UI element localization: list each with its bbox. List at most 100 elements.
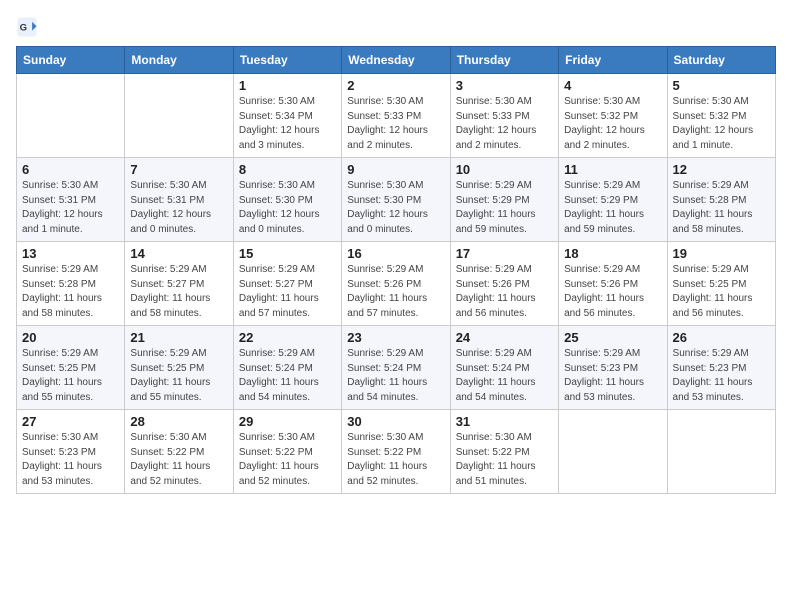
day-number: 21 <box>130 330 227 345</box>
calendar-cell: 25 Sunrise: 5:29 AM Sunset: 5:23 PM Dayli… <box>559 326 667 410</box>
day-info: Sunrise: 5:30 AM Sunset: 5:33 PM Dayligh… <box>456 95 553 153</box>
day-number: 25 <box>564 330 661 345</box>
day-number: 5 <box>673 78 770 93</box>
day-number: 20 <box>22 330 119 345</box>
day-number: 12 <box>673 162 770 177</box>
day-info: Sunrise: 5:29 AM Sunset: 5:29 PM Dayligh… <box>456 179 553 237</box>
calendar-cell: 6 Sunrise: 5:30 AM Sunset: 5:31 PM Daylig… <box>17 158 125 242</box>
day-info: Sunrise: 5:29 AM Sunset: 5:25 PM Dayligh… <box>673 263 770 321</box>
calendar-cell: 1Sunrise: 5:30 AM Sunset: 5:34 PM Daylig… <box>233 74 341 158</box>
calendar-cell: 18 Sunrise: 5:29 AM Sunset: 5:26 PM Dayli… <box>559 242 667 326</box>
calendar-cell: 22Sunrise: 5:29 AM Sunset: 5:24 PM Dayli… <box>233 326 341 410</box>
day-number: 18 <box>564 246 661 261</box>
calendar-cell: 3 Sunrise: 5:30 AM Sunset: 5:33 PM Daylig… <box>450 74 558 158</box>
day-info: Sunrise: 5:30 AM Sunset: 5:22 PM Dayligh… <box>347 431 444 489</box>
day-info: Sunrise: 5:29 AM Sunset: 5:27 PM Dayligh… <box>239 263 336 321</box>
day-info: Sunrise: 5:30 AM Sunset: 5:34 PM Dayligh… <box>239 95 336 153</box>
day-info: Sunrise: 5:29 AM Sunset: 5:24 PM Dayligh… <box>456 347 553 405</box>
day-number: 2 <box>347 78 444 93</box>
day-number: 13 <box>22 246 119 261</box>
day-info: Sunrise: 5:30 AM Sunset: 5:22 PM Dayligh… <box>456 431 553 489</box>
day-info: Sunrise: 5:29 AM Sunset: 5:25 PM Dayligh… <box>22 347 119 405</box>
day-number: 15 <box>239 246 336 261</box>
day-number: 17 <box>456 246 553 261</box>
calendar-cell: 19 Sunrise: 5:29 AM Sunset: 5:25 PM Dayli… <box>667 242 775 326</box>
day-info: Sunrise: 5:29 AM Sunset: 5:23 PM Dayligh… <box>564 347 661 405</box>
calendar-cell: 17Sunrise: 5:29 AM Sunset: 5:26 PM Dayli… <box>450 242 558 326</box>
calendar-cell: 23 Sunrise: 5:29 AM Sunset: 5:24 PM Dayli… <box>342 326 450 410</box>
day-info: Sunrise: 5:29 AM Sunset: 5:26 PM Dayligh… <box>347 263 444 321</box>
calendar-cell <box>667 410 775 494</box>
day-number: 19 <box>673 246 770 261</box>
day-info: Sunrise: 5:30 AM Sunset: 5:32 PM Dayligh… <box>564 95 661 153</box>
calendar-cell: 29 Sunrise: 5:30 AM Sunset: 5:22 PM Dayli… <box>233 410 341 494</box>
weekday-header-monday: Monday <box>125 47 233 74</box>
day-info: Sunrise: 5:30 AM Sunset: 5:30 PM Dayligh… <box>347 179 444 237</box>
calendar-cell: 30Sunrise: 5:30 AM Sunset: 5:22 PM Dayli… <box>342 410 450 494</box>
day-number: 8 <box>239 162 336 177</box>
day-number: 6 <box>22 162 119 177</box>
day-number: 9 <box>347 162 444 177</box>
day-number: 7 <box>130 162 227 177</box>
calendar-cell <box>559 410 667 494</box>
calendar-cell: 11 Sunrise: 5:29 AM Sunset: 5:29 PM Dayli… <box>559 158 667 242</box>
day-info: Sunrise: 5:29 AM Sunset: 5:23 PM Dayligh… <box>673 347 770 405</box>
day-info: Sunrise: 5:30 AM Sunset: 5:31 PM Dayligh… <box>130 179 227 237</box>
day-number: 31 <box>456 414 553 429</box>
logo-icon: G <box>16 16 38 38</box>
calendar-cell: 7 Sunrise: 5:30 AM Sunset: 5:31 PM Daylig… <box>125 158 233 242</box>
day-info: Sunrise: 5:30 AM Sunset: 5:22 PM Dayligh… <box>239 431 336 489</box>
calendar-cell: 15 Sunrise: 5:29 AM Sunset: 5:27 PM Dayli… <box>233 242 341 326</box>
calendar-cell: 4Sunrise: 5:30 AM Sunset: 5:32 PM Daylig… <box>559 74 667 158</box>
day-number: 24 <box>456 330 553 345</box>
calendar-cell: 20 Sunrise: 5:29 AM Sunset: 5:25 PM Dayli… <box>17 326 125 410</box>
weekday-header-tuesday: Tuesday <box>233 47 341 74</box>
calendar-cell <box>17 74 125 158</box>
weekday-header-thursday: Thursday <box>450 47 558 74</box>
day-info: Sunrise: 5:29 AM Sunset: 5:25 PM Dayligh… <box>130 347 227 405</box>
day-info: Sunrise: 5:29 AM Sunset: 5:24 PM Dayligh… <box>239 347 336 405</box>
logo: G <box>16 16 42 38</box>
day-info: Sunrise: 5:29 AM Sunset: 5:27 PM Dayligh… <box>130 263 227 321</box>
calendar-table: SundayMondayTuesdayWednesdayThursdayFrid… <box>16 46 776 494</box>
day-number: 28 <box>130 414 227 429</box>
calendar-cell: 26 Sunrise: 5:29 AM Sunset: 5:23 PM Dayli… <box>667 326 775 410</box>
day-info: Sunrise: 5:29 AM Sunset: 5:28 PM Dayligh… <box>22 263 119 321</box>
day-number: 11 <box>564 162 661 177</box>
day-info: Sunrise: 5:30 AM Sunset: 5:33 PM Dayligh… <box>347 95 444 153</box>
day-info: Sunrise: 5:29 AM Sunset: 5:26 PM Dayligh… <box>564 263 661 321</box>
day-number: 16 <box>347 246 444 261</box>
day-info: Sunrise: 5:30 AM Sunset: 5:31 PM Dayligh… <box>22 179 119 237</box>
day-info: Sunrise: 5:30 AM Sunset: 5:23 PM Dayligh… <box>22 431 119 489</box>
day-number: 14 <box>130 246 227 261</box>
day-number: 29 <box>239 414 336 429</box>
day-number: 27 <box>22 414 119 429</box>
calendar-cell: 10 Sunrise: 5:29 AM Sunset: 5:29 PM Dayli… <box>450 158 558 242</box>
day-info: Sunrise: 5:29 AM Sunset: 5:24 PM Dayligh… <box>347 347 444 405</box>
calendar-cell: 2 Sunrise: 5:30 AM Sunset: 5:33 PM Daylig… <box>342 74 450 158</box>
calendar-cell: 28 Sunrise: 5:30 AM Sunset: 5:22 PM Dayli… <box>125 410 233 494</box>
day-number: 3 <box>456 78 553 93</box>
calendar-cell: 16 Sunrise: 5:29 AM Sunset: 5:26 PM Dayli… <box>342 242 450 326</box>
weekday-header-sunday: Sunday <box>17 47 125 74</box>
svg-text:G: G <box>20 23 27 34</box>
day-info: Sunrise: 5:29 AM Sunset: 5:28 PM Dayligh… <box>673 179 770 237</box>
calendar-cell: 9 Sunrise: 5:30 AM Sunset: 5:30 PM Daylig… <box>342 158 450 242</box>
weekday-header-saturday: Saturday <box>667 47 775 74</box>
calendar-cell: 8Sunrise: 5:30 AM Sunset: 5:30 PM Daylig… <box>233 158 341 242</box>
calendar-cell: 21 Sunrise: 5:29 AM Sunset: 5:25 PM Dayli… <box>125 326 233 410</box>
calendar-cell: 12 Sunrise: 5:29 AM Sunset: 5:28 PM Dayli… <box>667 158 775 242</box>
day-info: Sunrise: 5:30 AM Sunset: 5:22 PM Dayligh… <box>130 431 227 489</box>
day-number: 10 <box>456 162 553 177</box>
day-info: Sunrise: 5:30 AM Sunset: 5:32 PM Dayligh… <box>673 95 770 153</box>
calendar-cell: 27 Sunrise: 5:30 AM Sunset: 5:23 PM Dayli… <box>17 410 125 494</box>
day-number: 23 <box>347 330 444 345</box>
weekday-header-wednesday: Wednesday <box>342 47 450 74</box>
calendar-cell: 31 Sunrise: 5:30 AM Sunset: 5:22 PM Dayli… <box>450 410 558 494</box>
day-info: Sunrise: 5:29 AM Sunset: 5:29 PM Dayligh… <box>564 179 661 237</box>
calendar-cell: 5 Sunrise: 5:30 AM Sunset: 5:32 PM Daylig… <box>667 74 775 158</box>
calendar-cell: 14 Sunrise: 5:29 AM Sunset: 5:27 PM Dayli… <box>125 242 233 326</box>
calendar-cell: 13 Sunrise: 5:29 AM Sunset: 5:28 PM Dayli… <box>17 242 125 326</box>
calendar-cell <box>125 74 233 158</box>
day-number: 26 <box>673 330 770 345</box>
